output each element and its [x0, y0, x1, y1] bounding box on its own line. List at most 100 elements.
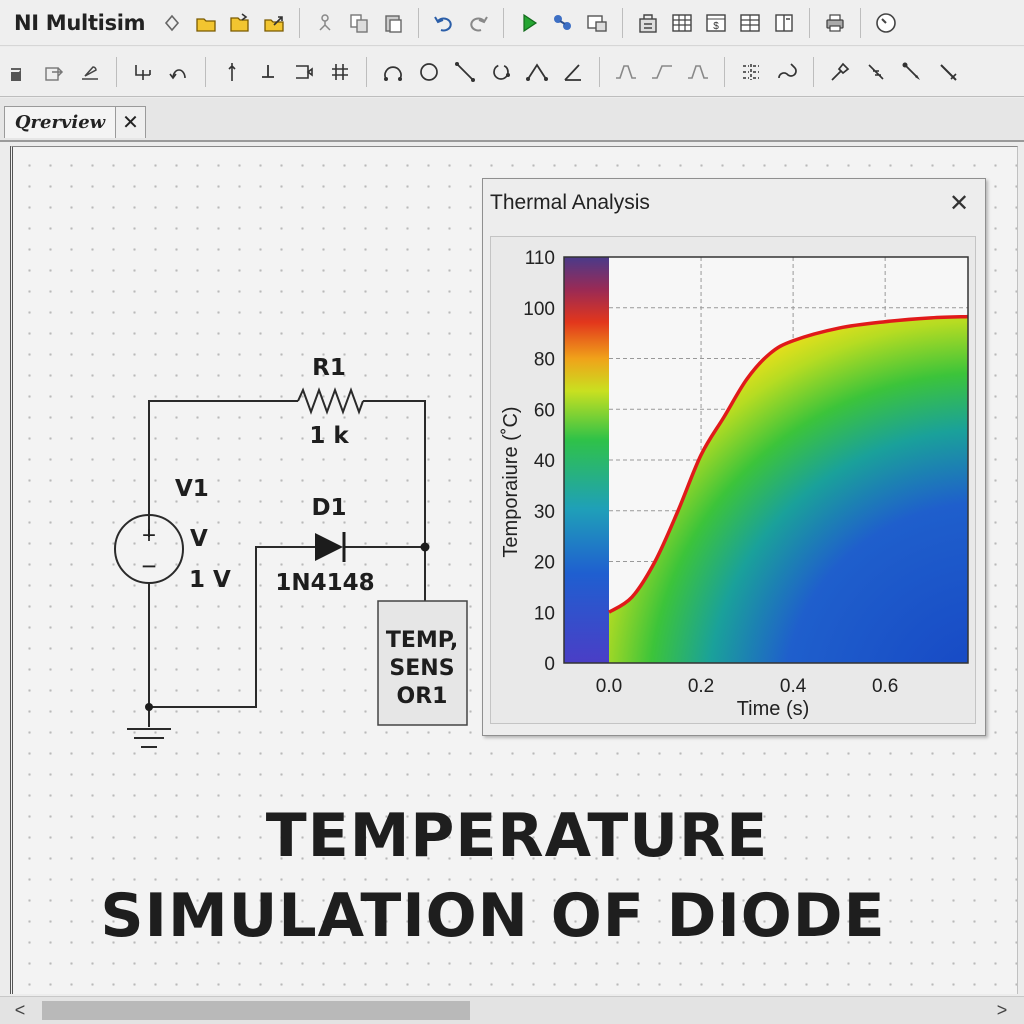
draw-rotate-button[interactable] [486, 58, 516, 86]
component-diamond-button[interactable] [158, 9, 186, 37]
print-button[interactable] [821, 9, 849, 37]
junction-dot [420, 542, 430, 552]
draw-line-button[interactable] [75, 58, 105, 86]
document-tab-bar: Qrerview ✕ [0, 98, 1024, 142]
place-junction-icon [135, 64, 151, 80]
draw-circle-button[interactable] [414, 58, 444, 86]
place-bus-button[interactable] [325, 58, 355, 86]
toolbar-separator [813, 56, 814, 87]
undo-button[interactable] [430, 9, 458, 37]
trapezoid-button[interactable] [611, 58, 641, 86]
spreadsheet-button[interactable] [668, 9, 696, 37]
d1-model-label: 1N4148 [275, 570, 374, 596]
y-tick-label: 80 [534, 350, 555, 371]
voltage-probe-button[interactable] [861, 58, 891, 86]
simulate-settings-icon [554, 14, 572, 30]
scrollbar-thumb[interactable] [42, 1001, 470, 1020]
toolbar-separator [809, 7, 811, 38]
netlist-button[interactable] [736, 9, 764, 37]
place-node-button[interactable] [217, 58, 247, 86]
grapher-button[interactable] [583, 9, 611, 37]
copy-button[interactable] [345, 9, 373, 37]
draw-diagonal-icon [455, 61, 475, 82]
ramp-icon [652, 64, 672, 79]
close-icon: ✕ [122, 112, 139, 134]
database-button[interactable]: $ [702, 9, 730, 37]
app-logo: NI Multisim [14, 10, 146, 35]
spreadsheet-icon [672, 13, 692, 32]
toolbar-separator [599, 56, 600, 87]
diode-d1-symbol [315, 533, 343, 561]
draw-angle-button[interactable] [558, 58, 588, 86]
toolbar-separator [503, 7, 505, 38]
y-tick-label: 100 [523, 299, 555, 320]
page-title-line1: TEMPERATURE [265, 801, 769, 871]
bus-entry-button[interactable] [736, 58, 766, 86]
place-component-icon [319, 13, 331, 31]
sensor-label-line2: SENS [389, 656, 454, 681]
pin-button[interactable] [933, 58, 963, 86]
draw-arc-icon [384, 65, 402, 81]
netlist-icon [740, 13, 760, 32]
x-tick-label: 0.4 [780, 676, 807, 697]
resistor-r1-symbol [297, 387, 364, 415]
place-text-icon [11, 67, 21, 81]
x-axis-label: Time (s) [737, 698, 810, 720]
gauge-icon [876, 12, 897, 33]
pulse-button[interactable] [683, 58, 713, 86]
voltage-probe-icon [868, 63, 884, 80]
panel-button[interactable] [770, 9, 798, 37]
d1-ref-label: D1 [311, 495, 346, 521]
save-file-button[interactable] [260, 9, 288, 37]
gauge-button[interactable] [872, 9, 900, 37]
toolbar-separator [205, 56, 206, 87]
probe-button[interactable] [825, 58, 855, 86]
v1-type-label: V [190, 526, 208, 552]
place-arc-button[interactable] [164, 58, 194, 86]
simulate-settings-button[interactable] [549, 9, 577, 37]
component-library-icon [639, 13, 657, 33]
scroll-left-arrow-icon[interactable]: < [6, 997, 34, 1024]
page-title-line2: SIMULATION OF DIODE [100, 881, 886, 951]
thermal-window-close-button[interactable]: ✕ [945, 189, 973, 217]
v1-plus-sign: + [142, 522, 156, 549]
place-ground-button[interactable] [253, 58, 283, 86]
trapezoid-icon [616, 64, 636, 79]
ramp-button[interactable] [647, 58, 677, 86]
place-component-button[interactable] [311, 9, 339, 37]
toolbar-separator [299, 7, 301, 38]
undo-icon [434, 15, 452, 31]
place-node-icon [228, 62, 236, 81]
place-arrow-button[interactable] [289, 58, 319, 86]
toolbar-separator [116, 56, 117, 87]
component-library-button[interactable] [634, 9, 662, 37]
current-probe-button[interactable] [897, 58, 927, 86]
bus-entry-icon [743, 63, 759, 80]
y-tick-label: 0 [544, 654, 555, 675]
r1-value-label: 1 k [309, 423, 349, 449]
open-file-button[interactable] [226, 9, 254, 37]
probe-icon [831, 62, 850, 81]
export-button[interactable] [39, 58, 69, 86]
tab-close-button[interactable]: ✕ [116, 106, 146, 138]
schematic-canvas[interactable]: + − R1 1 k V1 V 1 V D1 1N4148 TEMP, SENS… [10, 146, 1018, 994]
horizontal-scrollbar[interactable]: < > [0, 996, 1024, 1024]
draw-arc-button[interactable] [378, 58, 408, 86]
current-probe-icon [902, 62, 920, 80]
draw-polyline-button[interactable] [522, 58, 552, 86]
paste-button[interactable] [379, 9, 407, 37]
new-file-button[interactable] [192, 9, 220, 37]
thermal-analysis-window[interactable]: Thermal Analysis ✕ 0 10 20 30 40 60 80 1… [482, 178, 986, 736]
redo-button[interactable] [464, 9, 492, 37]
r1-ref-label: R1 [312, 355, 346, 381]
tab-overview[interactable]: Qrerview [4, 106, 116, 138]
place-junction-button[interactable] [128, 58, 158, 86]
draw-diagonal-button[interactable] [450, 58, 480, 86]
main-toolbar: NI Multisim $ [0, 0, 1024, 46]
hierarchy-button[interactable] [772, 58, 802, 86]
x-tick-label: 0.2 [688, 676, 714, 697]
print-icon [826, 13, 844, 32]
scroll-right-arrow-icon[interactable]: > [988, 997, 1016, 1024]
run-simulation-button[interactable] [515, 9, 543, 37]
place-text-button[interactable] [3, 58, 33, 86]
